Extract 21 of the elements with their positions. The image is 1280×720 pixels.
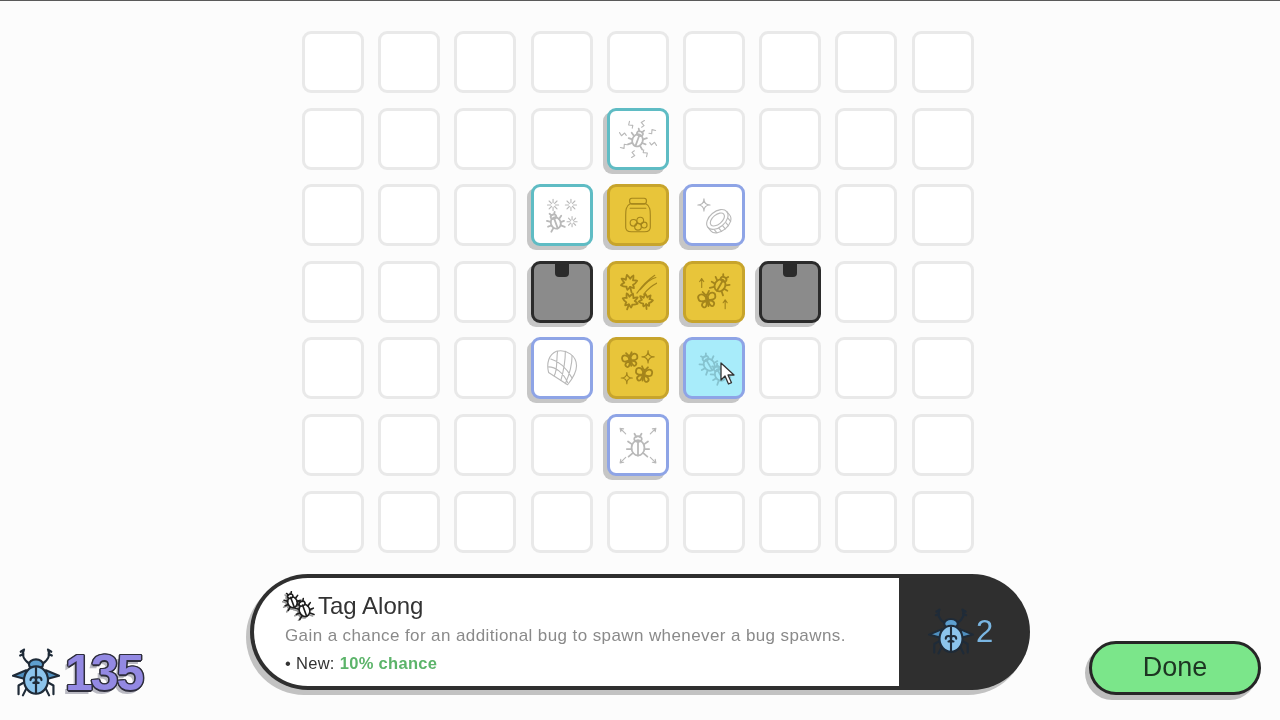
- bug-butterfly-icon: [694, 272, 733, 311]
- cost-count: 2: [975, 613, 994, 650]
- upgrade-title: Tag Along: [318, 590, 424, 621]
- coin-icon: [694, 196, 733, 235]
- beetle-icon: [927, 607, 974, 656]
- falling-leaves-icon: [618, 272, 657, 311]
- two-bugs-icon: [282, 590, 316, 621]
- currency-count: 135: [64, 647, 144, 698]
- upgrade-tile[interactable]: [682, 184, 745, 247]
- effect-label: • New:: [285, 652, 335, 673]
- upgrade-tile[interactable]: [530, 184, 593, 247]
- beetle-currency-icon: [12, 647, 60, 698]
- owned-upgrade-tile[interactable]: [606, 337, 669, 400]
- sparking-bug-icon: [618, 119, 657, 158]
- owned-upgrade-tile[interactable]: [606, 184, 669, 247]
- upgrade-tile[interactable]: [682, 337, 745, 400]
- cursor-icon: [719, 362, 735, 386]
- upgrade-description: Gain a chance for an additional bug to spawn whenever a bug spawns.: [285, 625, 847, 646]
- upgrade-tile[interactable]: [530, 337, 593, 400]
- bug-arrows-icon: [618, 425, 657, 464]
- effect-value: 10% chance: [339, 652, 438, 673]
